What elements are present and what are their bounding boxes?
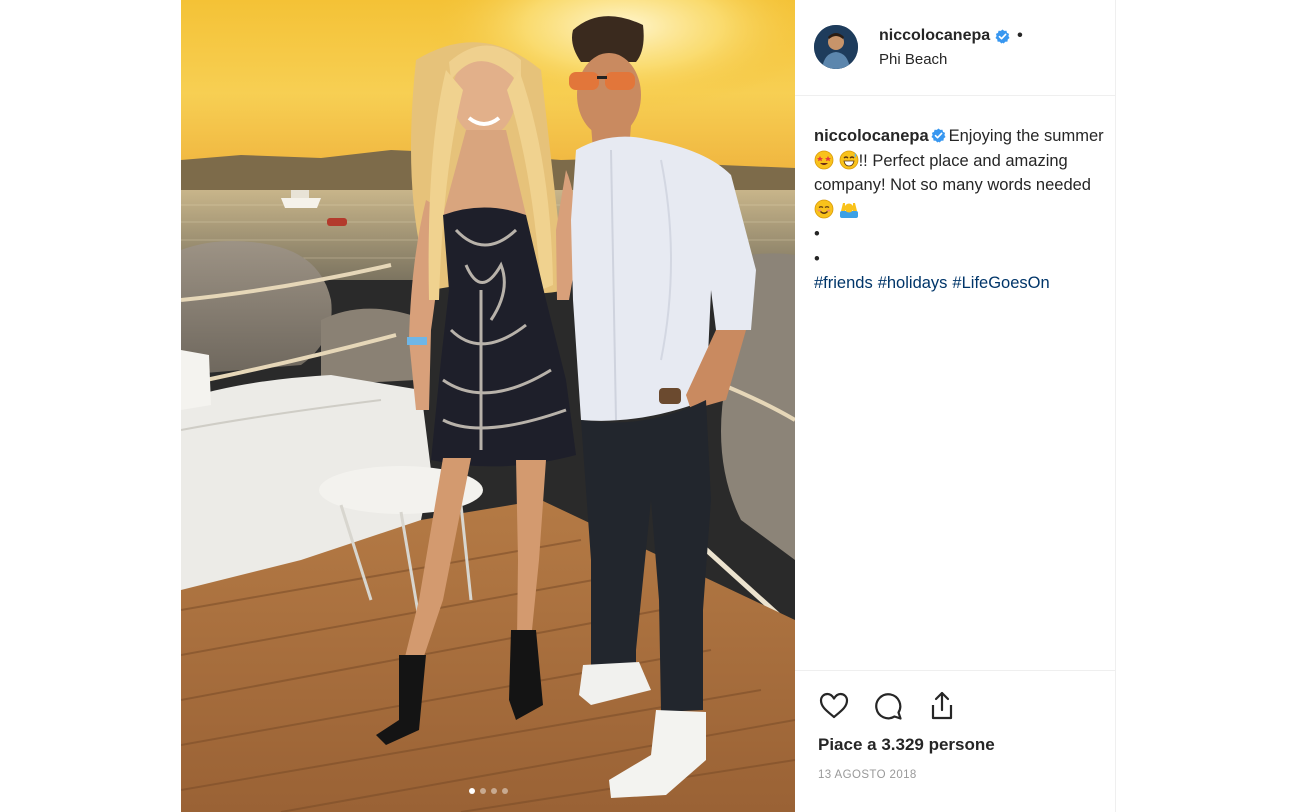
comment-icon[interactable] [871,689,905,723]
carousel-dot[interactable] [501,788,508,794]
hashtag-link[interactable]: #friends [814,274,873,292]
location-link[interactable]: Phi Beach [879,51,947,68]
header-separator: • [1017,27,1023,44]
carousel-indicator [181,788,795,794]
post-photo[interactable] [181,0,795,812]
grinning-sweat-emoji-icon [839,150,858,169]
action-bar [817,689,959,723]
hashtag-link[interactable]: #holidays [878,274,948,292]
post-image [181,0,795,812]
post-side-panel: niccolocanepa • Phi Beach niccolocanepa … [795,0,1116,812]
post-actions: Piace a 3.329 persone 13 AGOSTO 2018 [795,670,1116,812]
carousel-dot[interactable] [490,788,497,794]
post-caption: niccolocanepa Enjoying the summer !! Per… [814,124,1106,296]
header-username-row: niccolocanepa • [879,27,1023,45]
share-icon[interactable] [925,689,959,723]
caption-text-part-1: Enjoying the summer [948,127,1104,145]
person-raising-hands-emoji-icon [839,202,858,218]
hashtag-link[interactable]: #LifeGoesOn [952,274,1049,292]
carousel-dot[interactable] [479,788,486,794]
caption-bullet: • [814,249,820,268]
caption-bullet: • [814,225,820,243]
caption-username[interactable]: niccolocanepa [814,127,929,145]
likes-count[interactable]: Piace a 3.329 persone [818,735,995,755]
caption-hashtags: #friends #holidays #LifeGoesOn [814,274,1055,292]
header-username[interactable]: niccolocanepa [879,27,990,45]
star-struck-emoji-icon [814,150,834,169]
post-date[interactable]: 13 AGOSTO 2018 [818,769,917,781]
verified-badge-icon [995,28,1010,43]
smiling-blush-emoji-icon [814,199,834,218]
verified-badge-icon [931,128,946,143]
heart-icon[interactable] [817,689,851,723]
post-header: niccolocanepa • Phi Beach [795,0,1116,96]
avatar[interactable] [814,25,858,69]
carousel-dot[interactable] [468,788,475,794]
